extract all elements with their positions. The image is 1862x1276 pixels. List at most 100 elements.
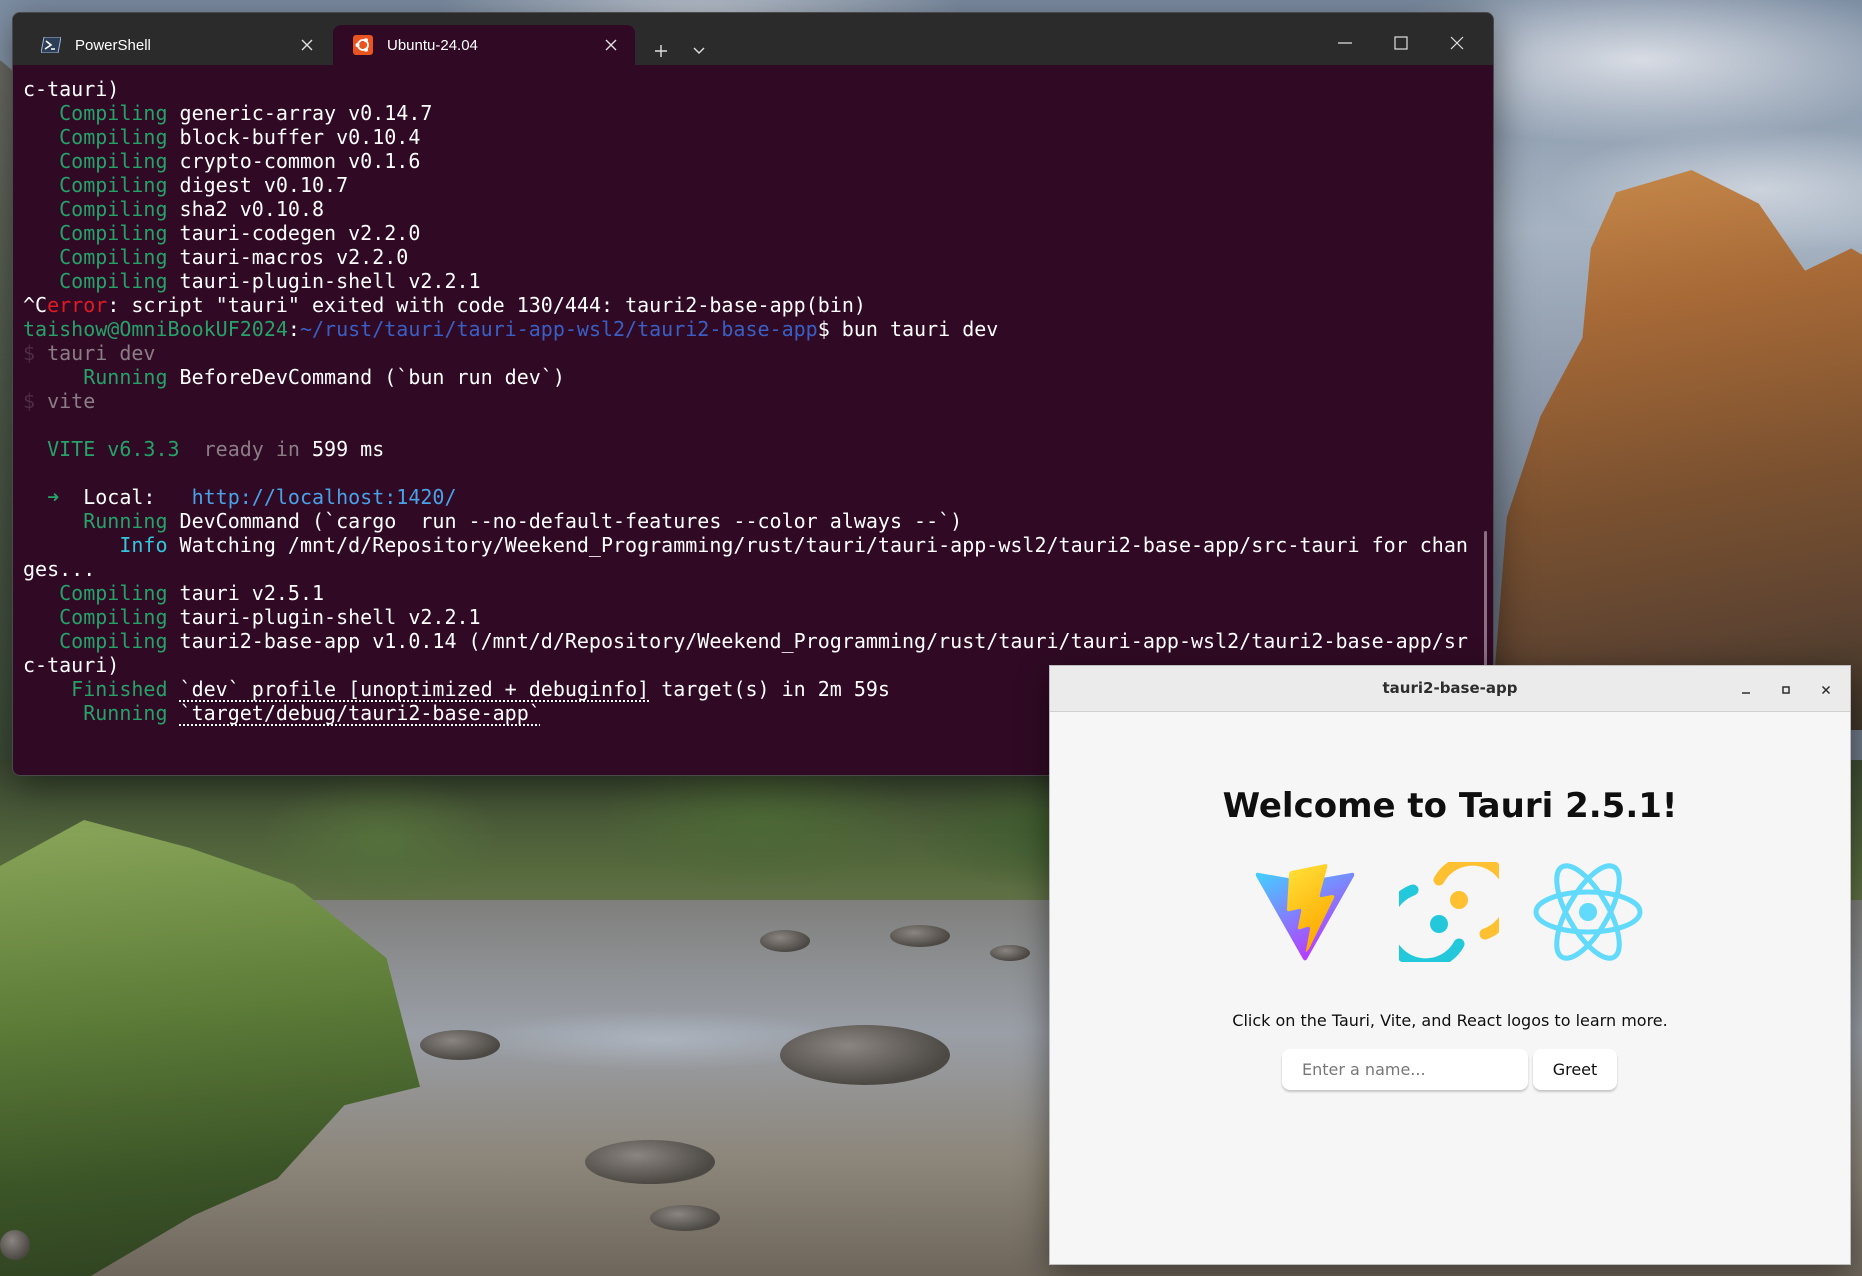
terminal-text: Watching /mnt/d/Repository/Weekend_Progr… [167, 533, 1468, 557]
terminal-text: tauri v2.5.1 [167, 581, 325, 605]
minimize-icon [1338, 42, 1352, 44]
react-logo-icon [1533, 863, 1643, 961]
tab-ubuntu[interactable]: Ubuntu-24.04 [333, 25, 635, 65]
terminal-line: Compiling generic-array v0.14.7 [23, 101, 1479, 125]
powershell-icon [41, 35, 61, 55]
terminal-text: Compiling [23, 101, 168, 125]
tauri-logo-link[interactable] [1382, 854, 1516, 970]
terminal-text: error [47, 293, 108, 317]
terminal-line: $ vite [23, 389, 1479, 413]
terminal-text: 599 [312, 437, 349, 461]
app-minimize-button[interactable] [1734, 678, 1758, 702]
terminal-line: Running BeforeDevCommand (`bun run dev`) [23, 365, 1479, 389]
learn-more-hint: Click on the Tauri, Vite, and React logo… [1232, 1011, 1668, 1030]
react-logo-link[interactable] [1533, 862, 1643, 966]
terminal-text: Local: [59, 485, 192, 509]
terminal-text: $ [23, 389, 36, 413]
new-tab-button[interactable] [647, 37, 675, 65]
maximize-button[interactable] [1373, 27, 1429, 59]
terminal-text: Compiling [23, 605, 168, 629]
tauri-app-window[interactable]: tauri2-base-app Welcome to Tauri 2.5.1! [1049, 665, 1851, 1265]
vite-logo-icon [1255, 864, 1355, 961]
terminal-text: crypto-common v0.1.6 [167, 149, 421, 173]
terminal-window[interactable]: PowerShell Ubuntu-24.04 c-tauri) Compili… [12, 12, 1494, 776]
chevron-down-icon [693, 47, 705, 54]
wallpaper-rock [650, 1205, 720, 1231]
terminal-text: DevCommand (`cargo run --no-default-feat… [167, 509, 963, 533]
close-window-button[interactable] [1429, 27, 1485, 59]
terminal-text: Finished [23, 677, 168, 701]
close-icon [1821, 685, 1831, 695]
terminal-text: taishow@OmniBookUF2024 [23, 317, 288, 341]
terminal-line: c-tauri) [23, 77, 1479, 101]
tab-dropdown-button[interactable] [685, 37, 713, 65]
wallpaper-rock [990, 945, 1030, 961]
terminal-text: Running [23, 701, 168, 725]
terminal-text: ready in [179, 437, 312, 461]
terminal-line: Running DevCommand (`cargo run --no-defa… [23, 509, 1479, 533]
terminal-text: tauri-plugin-shell v2.2.1 [167, 269, 481, 293]
terminal-text: $ bun tauri dev [817, 317, 999, 341]
terminal-text: target(s) in 2m 59s [649, 677, 890, 701]
terminal-text: Compiling [23, 149, 168, 173]
close-icon[interactable] [295, 33, 319, 57]
app-maximize-button[interactable] [1774, 678, 1798, 702]
terminal-line: ^Cerror: script "tauri" exited with code… [23, 293, 1479, 317]
terminal-line: Compiling tauri v2.5.1 [23, 581, 1479, 605]
terminal-line: Compiling block-buffer v0.10.4 [23, 125, 1479, 149]
app-title: tauri2-base-app [1382, 679, 1518, 697]
tab-powershell[interactable]: PowerShell [21, 25, 331, 65]
terminal-text: generic-array v0.14.7 [167, 101, 433, 125]
terminal-line: Compiling tauri2-base-app v1.0.14 (/mnt/… [23, 629, 1479, 653]
terminal-line: ➜ Local: http://localhost:1420/ [23, 485, 1479, 509]
name-input[interactable] [1282, 1049, 1528, 1090]
terminal-text: Compiling [23, 269, 168, 293]
tab-label: Ubuntu-24.04 [387, 36, 478, 54]
wallpaper-rock [890, 925, 950, 947]
terminal-line: taishow@OmniBookUF2024:~/rust/tauri/taur… [23, 317, 1479, 341]
terminal-text: ms [348, 437, 385, 461]
terminal-line: Compiling digest v0.10.7 [23, 173, 1479, 197]
terminal-text: ~/rust/tauri/tauri-app-wsl2/tauri2-base-… [299, 317, 818, 341]
terminal-text: ➜ [23, 485, 60, 509]
ubuntu-icon [353, 35, 373, 55]
terminal-text: Compiling [23, 245, 168, 269]
wallpaper-rock [760, 930, 810, 952]
wallpaper-rock [780, 1025, 950, 1085]
terminal-line: Compiling tauri-macros v2.2.0 [23, 245, 1479, 269]
terminal-text: $ [23, 341, 36, 365]
terminal-text: Compiling [23, 173, 168, 197]
terminal-text: c-tauri) [23, 653, 120, 677]
terminal-text: tauri-macros v2.2.0 [167, 245, 409, 269]
terminal-text: block-buffer v0.10.4 [167, 125, 421, 149]
terminal-line: Compiling crypto-common v0.1.6 [23, 149, 1479, 173]
terminal-text: Info [23, 533, 168, 557]
terminal-text: VITE v6.3.3 [23, 437, 180, 461]
tab-strip: PowerShell Ubuntu-24.04 [13, 13, 1493, 65]
terminal-text: tauri-plugin-shell v2.2.1 [167, 605, 481, 629]
minimize-button[interactable] [1317, 27, 1373, 59]
close-icon[interactable] [599, 33, 623, 57]
terminal-line: Compiling tauri-codegen v2.2.0 [23, 221, 1479, 245]
terminal-text: Running [23, 365, 168, 389]
terminal-line: ges... [23, 557, 1479, 581]
wallpaper-rock [420, 1030, 500, 1060]
vite-logo-link[interactable] [1255, 862, 1355, 966]
terminal-text: tauri2-base-app v1.0.14 (/mnt/d/Reposito… [167, 629, 1468, 653]
terminal-text: Compiling [23, 581, 168, 605]
app-close-button[interactable] [1814, 678, 1838, 702]
close-icon [1450, 36, 1464, 50]
tauri-logo-icon [1382, 854, 1516, 970]
terminal-line: VITE v6.3.3 ready in 599 ms [23, 437, 1479, 461]
tab-label: PowerShell [75, 36, 151, 54]
greet-button[interactable]: Greet [1533, 1049, 1617, 1090]
terminal-text: tauri-codegen v2.2.0 [167, 221, 421, 245]
terminal-line: $ tauri dev [23, 341, 1479, 365]
maximize-icon [1394, 36, 1408, 50]
terminal-text: Compiling [23, 629, 168, 653]
terminal-text: Running [23, 509, 168, 533]
terminal-text: `target/debug/tauri2-base-app` [179, 701, 541, 725]
app-titlebar[interactable]: tauri2-base-app [1050, 666, 1850, 712]
